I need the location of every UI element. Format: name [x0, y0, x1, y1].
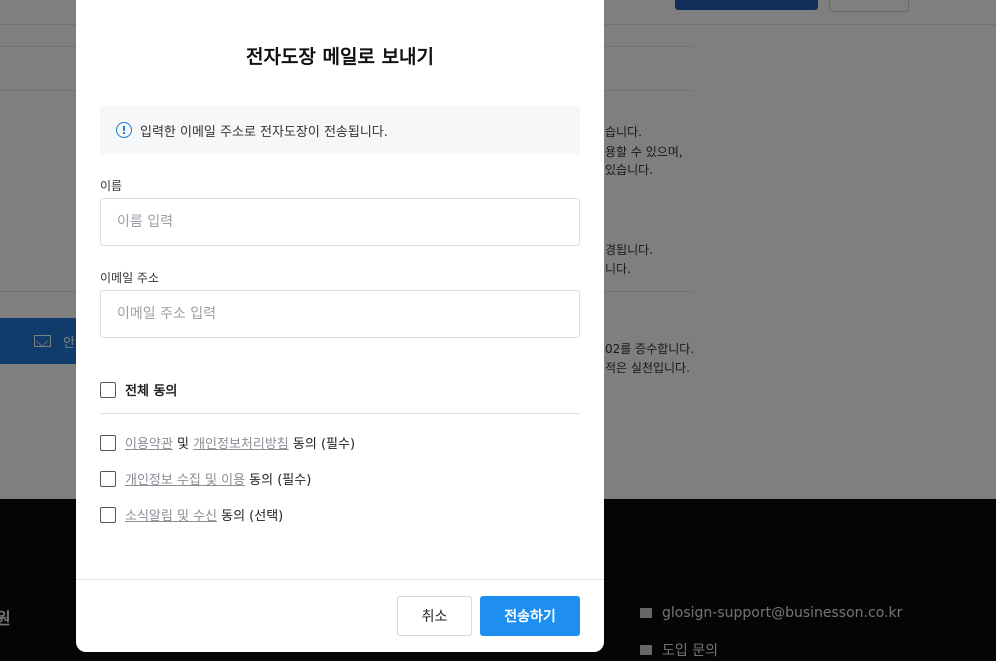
agree-all-row[interactable]: 전체 동의 — [100, 380, 177, 399]
privacy-checkbox[interactable] — [100, 470, 116, 487]
terms-link[interactable]: 이용약관 — [125, 437, 173, 452]
info-notice: ! 입력한 이메일 주소로 전자도장이 전송됩니다. — [100, 106, 580, 154]
agreement-row-marketing[interactable]: 소식알림 및 수신 동의 (선택) — [100, 505, 283, 524]
modal-title: 전자도장 메일로 보내기 — [245, 46, 435, 68]
privacy-suffix: 동의 (필수) — [245, 473, 312, 488]
cancel-button[interactable]: 취소 — [397, 596, 472, 636]
privacy-policy-link[interactable]: 개인정보처리방침 — [193, 437, 289, 452]
name-input[interactable] — [100, 198, 580, 246]
name-label: 이름 — [100, 179, 123, 193]
agreement-row-terms[interactable]: 이용약관 및 개인정보처리방침 동의 (필수) — [100, 433, 355, 452]
email-label: 이메일 주소 — [100, 271, 160, 285]
terms-checkbox[interactable] — [100, 434, 116, 451]
modal-footer-divider — [76, 579, 604, 580]
marketing-link[interactable]: 소식알림 및 수신 — [125, 509, 217, 524]
terms-and-text: 및 — [172, 437, 194, 452]
privacy-collection-link[interactable]: 개인정보 수집 및 이용 — [125, 473, 245, 488]
agreement-divider — [100, 413, 580, 414]
terms-suffix: 동의 (필수) — [288, 437, 356, 452]
marketing-suffix: 동의 (선택) — [217, 509, 284, 524]
agree-all-checkbox[interactable] — [100, 381, 116, 398]
info-icon: ! — [116, 122, 132, 138]
agree-all-label: 전체 동의 — [125, 384, 178, 399]
email-input[interactable] — [100, 290, 580, 338]
send-stamp-email-modal: 전자도장 메일로 보내기 ! 입력한 이메일 주소로 전자도장이 전송됩니다. … — [76, 0, 604, 652]
agreement-row-privacy[interactable]: 개인정보 수집 및 이용 동의 (필수) — [100, 469, 311, 488]
marketing-checkbox[interactable] — [100, 506, 116, 523]
info-text: 입력한 이메일 주소로 전자도장이 전송됩니다. — [140, 124, 388, 140]
send-button[interactable]: 전송하기 — [480, 596, 580, 636]
